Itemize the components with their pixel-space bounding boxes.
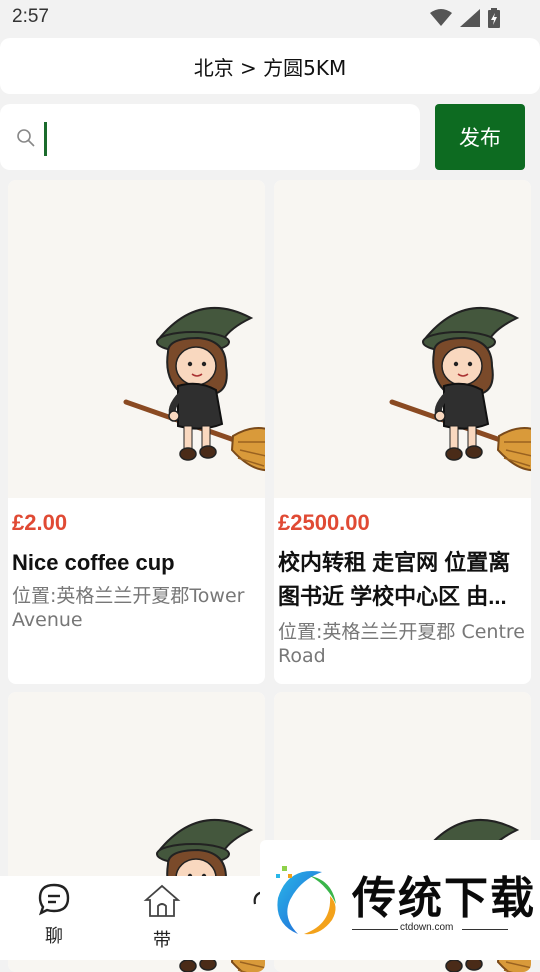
location-selector[interactable]: 北京 > 方圆5KM	[0, 38, 540, 94]
listing-location: 位置:英格兰兰开夏郡Tower Avenue	[12, 585, 245, 631]
nav-label-chat: 聊	[45, 926, 63, 947]
listing-location: 位置:英格兰兰开夏郡 Centre Road	[278, 621, 525, 667]
search-input[interactable]	[40, 114, 404, 162]
signal-icon	[460, 9, 480, 27]
listing-title: Nice coffee cup	[12, 550, 175, 575]
search-icon	[17, 129, 35, 147]
location-label: 北京 > 方圆5KM	[193, 55, 347, 80]
listing-image	[274, 180, 531, 498]
status-icons	[430, 8, 500, 28]
watermark-logo	[276, 866, 336, 935]
witch-on-broom-illustration	[8, 180, 265, 498]
battery-icon	[488, 8, 500, 28]
nav-label-home: 带	[153, 930, 171, 951]
listing-card[interactable]: £2.00 Nice coffee cup 位置:英格兰兰开夏郡Tower Av…	[8, 180, 265, 684]
wifi-icon	[430, 9, 452, 26]
text-cursor	[44, 122, 47, 156]
watermark-title: 传统下载	[352, 873, 536, 924]
listing-price: £2500.00	[278, 510, 370, 535]
search-box[interactable]	[0, 104, 420, 170]
watermark-url: ctdown.com	[400, 922, 454, 933]
watermark-overlay: 传统下载 ctdown.com	[260, 840, 540, 960]
publish-button[interactable]: 发布	[435, 104, 525, 170]
status-bar: 2:57	[0, 0, 540, 36]
listing-image	[8, 180, 265, 498]
listing-title: 校内转租 走官网 位置离图书近 学校中心区 由...	[278, 550, 511, 609]
nav-item-home[interactable]: 带	[127, 882, 197, 952]
watermark-divider	[352, 929, 398, 930]
listing-card[interactable]: £2500.00 校内转租 走官网 位置离图书近 学校中心区 由... 位置:英…	[274, 180, 531, 684]
witch-on-broom-illustration	[274, 180, 531, 498]
chat-icon	[38, 883, 70, 916]
nav-item-chat[interactable]: 聊	[19, 882, 89, 948]
watermark-divider	[462, 929, 508, 930]
home-icon	[143, 884, 181, 917]
listing-price: £2.00	[12, 510, 68, 535]
status-time: 2:57	[12, 6, 49, 27]
